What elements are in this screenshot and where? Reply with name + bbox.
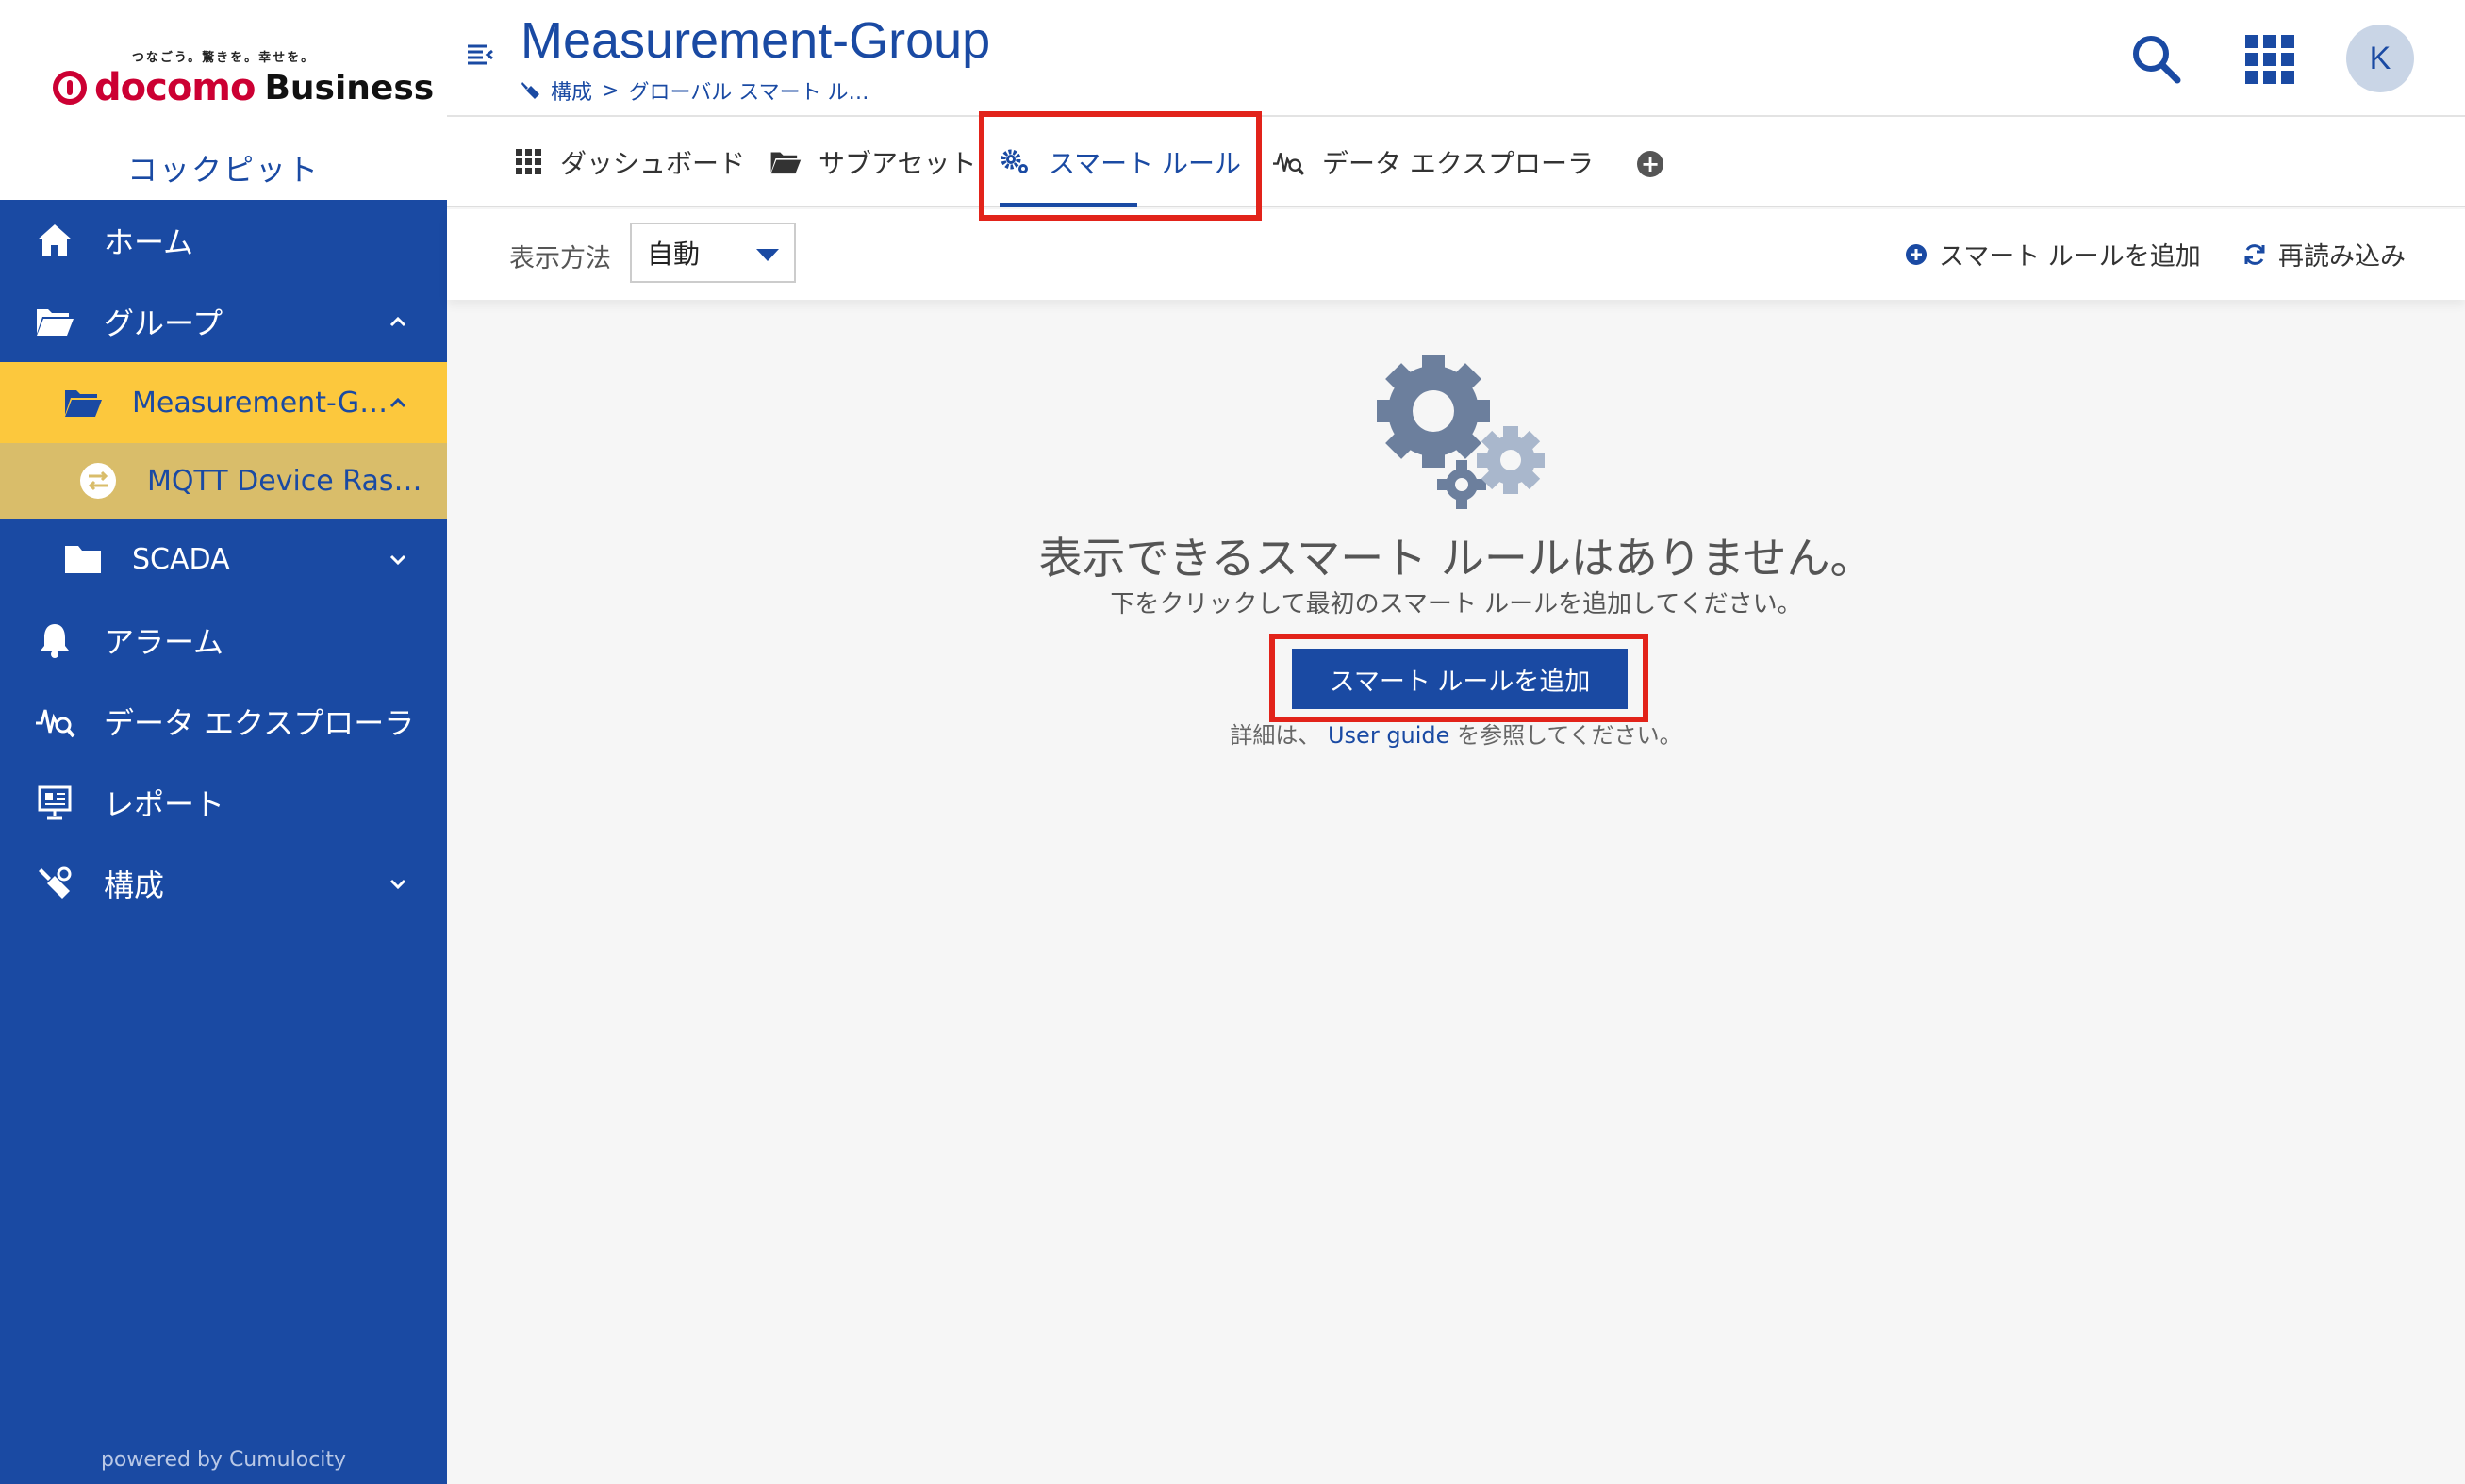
- chevron-down-icon: [389, 879, 406, 890]
- sidebar-item-reports[interactable]: レポート: [0, 762, 447, 843]
- guide-prefix: 詳細は、: [1230, 722, 1321, 749]
- tab-label: ダッシュボード: [560, 148, 746, 179]
- sidebar: つなごう。驚きを。幸せを。 docomo Business コックピット ホーム…: [0, 0, 447, 1484]
- sidebar-item-scada[interactable]: SCADA: [0, 519, 447, 600]
- data-explorer-icon: [34, 701, 75, 742]
- folder-open-icon: [769, 149, 802, 175]
- add-tab-button[interactable]: +: [1637, 151, 1663, 177]
- chevron-down-icon: [389, 554, 406, 566]
- sidebar-item-groups[interactable]: グループ: [0, 281, 447, 362]
- guide-text: 詳細は、 User guide を参照してください。: [447, 717, 2465, 750]
- sidebar-item-label: アラーム: [104, 624, 224, 660]
- tab-label: スマート ルール: [1049, 148, 1242, 179]
- wrench-icon: [521, 82, 539, 99]
- add-smart-rule-label: スマート ルールを追加: [1939, 242, 2201, 272]
- sidebar-item-label: データ エクスプローラ: [104, 705, 415, 741]
- logo-docomo-text: docomo: [94, 66, 256, 109]
- caret-down-icon: [756, 249, 779, 261]
- breadcrumb: 構成 > グローバル スマート ル…: [521, 75, 869, 106]
- tab-label: サブアセット: [819, 148, 977, 179]
- sidebar-item-label: Measurement-G…: [132, 386, 389, 420]
- home-icon: [34, 220, 75, 261]
- plus-icon: +: [1640, 151, 1661, 177]
- tab-subassets[interactable]: サブアセット: [769, 117, 976, 207]
- search-button[interactable]: [2124, 26, 2190, 92]
- display-mode-select[interactable]: 自動: [630, 223, 796, 283]
- breadcrumb-separator: >: [602, 78, 620, 103]
- tab-smart-rules[interactable]: スマート ルール: [1000, 117, 1241, 207]
- folder-open-icon: [62, 382, 104, 423]
- empty-state-title: 表示できるスマート ルールはありません。: [1038, 533, 1874, 584]
- docomo-logo-mark-icon: [53, 71, 87, 105]
- action-toolbar: 表示方法 自動 スマート ルールを追加 再読み込み: [447, 209, 2465, 300]
- gears-icon: [1000, 148, 1032, 176]
- add-smart-rule-link[interactable]: スマート ルールを追加: [1905, 236, 2201, 272]
- tab-data-explorer[interactable]: データ エクスプローラ: [1271, 117, 1594, 207]
- sidebar-item-configuration[interactable]: 構成: [0, 843, 447, 924]
- tab-label: データ エクスプローラ: [1322, 148, 1595, 179]
- chevron-up-icon: [389, 316, 406, 327]
- gears-icon: [1377, 355, 1545, 509]
- sidebar-item-label: 構成: [104, 867, 165, 903]
- bell-icon: [34, 619, 75, 661]
- menu-toggle-icon[interactable]: [466, 41, 494, 70]
- app-name: コックピット: [126, 152, 320, 188]
- grid-icon: [515, 148, 543, 176]
- folder-icon: [62, 538, 104, 580]
- user-avatar[interactable]: K: [2346, 25, 2414, 92]
- page-title: Measurement-Group: [521, 12, 991, 69]
- brand-tagline: つなごう。驚きを。幸せを。: [131, 51, 316, 65]
- logo-business-text: Business: [264, 68, 435, 107]
- add-smart-rule-button[interactable]: スマート ルールを追加: [1292, 649, 1628, 709]
- grid-icon: [2245, 35, 2294, 84]
- page-header: Measurement-Group 構成 > グローバル スマート ル… K: [447, 0, 2465, 117]
- sidebar-item-mqtt-device[interactable]: MQTT Device Ras…: [0, 443, 447, 519]
- search-icon: [2133, 36, 2181, 84]
- user-guide-link[interactable]: User guide: [1328, 722, 1449, 749]
- display-mode-label: 表示方法: [509, 244, 611, 273]
- sidebar-item-label: レポート: [104, 786, 225, 822]
- empty-state-subtitle: 下をクリックして最初のスマート ルールを追加してください。: [1110, 590, 1802, 618]
- sidebar-item-label: グループ: [104, 305, 223, 341]
- plus-circle-icon: [1905, 243, 1927, 266]
- brand-area: つなごう。驚きを。幸せを。 docomo Business コックピット: [0, 0, 447, 200]
- sidebar-item-data-explorer[interactable]: データ エクスプローラ: [0, 681, 447, 762]
- refresh-icon: [2242, 242, 2267, 267]
- guide-suffix: を参照してください。: [1457, 722, 1682, 749]
- tab-bar: ダッシュボード サブアセット スマート ルール データ エクスプローラ +: [447, 117, 2465, 207]
- powered-by: powered by Cumulocity: [100, 1448, 347, 1472]
- report-icon: [34, 782, 75, 823]
- sidebar-item-measurement-group[interactable]: Measurement-G…: [0, 362, 447, 443]
- data-explorer-icon: [1271, 147, 1305, 177]
- app-switcher-button[interactable]: [2237, 26, 2303, 92]
- display-mode-value: 自動: [647, 239, 701, 270]
- wrench-icon: [34, 863, 75, 904]
- folder-open-icon: [34, 301, 75, 342]
- sidebar-item-label: MQTT Device Ras…: [147, 464, 422, 498]
- sidebar-item-label: ホーム: [104, 224, 194, 260]
- breadcrumb-current: グローバル スマート ル…: [628, 81, 869, 105]
- sidebar-item-label: SCADA: [132, 542, 230, 576]
- reload-button[interactable]: 再読み込み: [2242, 236, 2406, 272]
- tab-dashboard[interactable]: ダッシュボード: [515, 117, 745, 207]
- sidebar-nav: ホーム グループ Measurement-G… MQTT Device Ras…: [0, 200, 447, 924]
- device-exchange-icon: [77, 460, 119, 502]
- sidebar-item-alarms[interactable]: アラーム: [0, 600, 447, 681]
- sidebar-item-home[interactable]: ホーム: [0, 200, 447, 281]
- reload-label: 再読み込み: [2278, 242, 2406, 272]
- breadcrumb-root-link[interactable]: 構成: [551, 75, 592, 106]
- docomo-business-logo: docomo Business: [53, 66, 434, 109]
- chevron-up-icon: [389, 397, 406, 408]
